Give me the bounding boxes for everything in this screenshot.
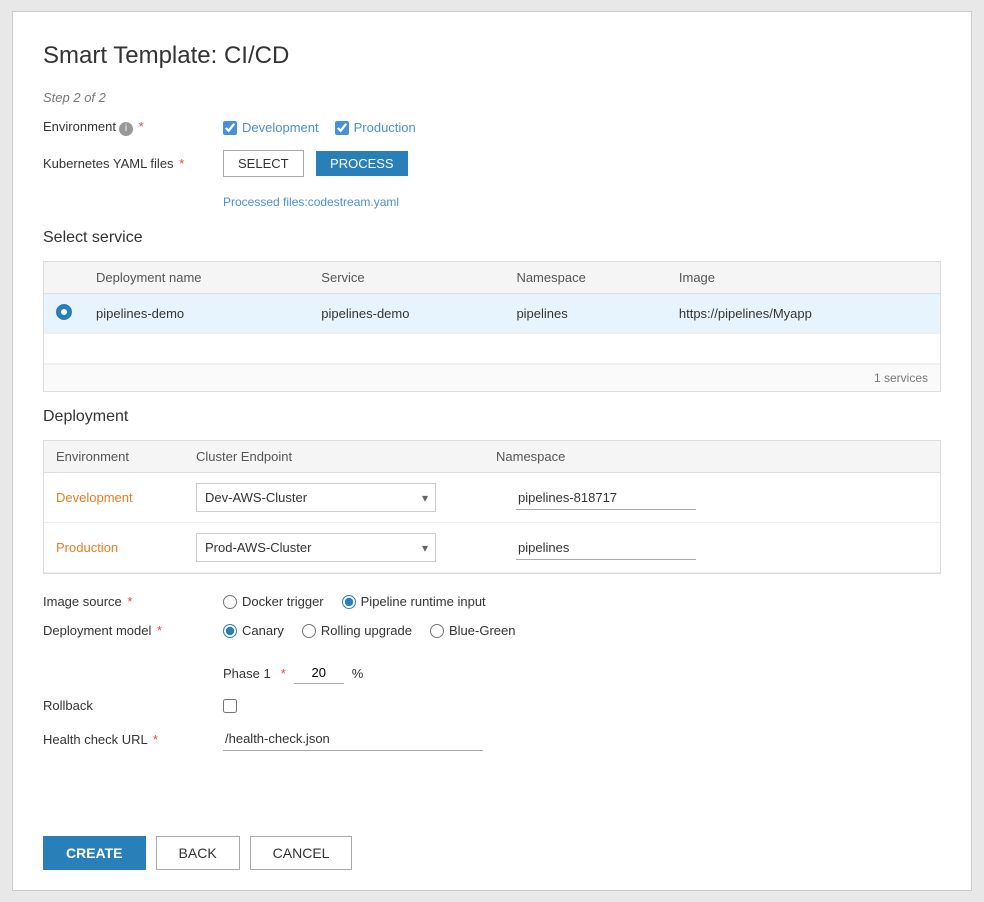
radio-pipeline-runtime-input[interactable] <box>342 595 356 609</box>
environment-label: Environmenti * <box>43 119 223 136</box>
service-table-wrapper: Deployment name Service Namespace Image … <box>43 261 941 392</box>
namespace-input-prod[interactable] <box>516 536 696 560</box>
checkbox-production[interactable]: Production <box>335 120 416 135</box>
dep-row-development: Development Dev-AWS-Cluster <box>44 473 940 523</box>
health-check-input[interactable] <box>223 727 483 751</box>
deployment-model-radio-group: Canary Rolling upgrade Blue-Green <box>223 623 515 638</box>
rollback-checkbox[interactable] <box>223 699 237 713</box>
kubernetes-label: Kubernetes YAML files * <box>43 156 223 171</box>
select-button[interactable]: SELECT <box>223 150 304 177</box>
cluster-select-wrapper-prod: Prod-AWS-Cluster <box>196 533 436 562</box>
create-button[interactable]: CREATE <box>43 836 146 870</box>
dep-cluster-development: Dev-AWS-Cluster <box>184 473 484 523</box>
row-radio-selected <box>56 304 72 320</box>
image-source-row: Image source * Docker trigger Pipeline r… <box>43 594 941 609</box>
checkbox-development[interactable]: Development <box>223 120 319 135</box>
health-check-label: Health check URL * <box>43 732 223 747</box>
cell-deployment-name: pipelines-demo <box>84 294 309 334</box>
dep-namespace-development <box>484 473 940 523</box>
cluster-select-dev[interactable]: Dev-AWS-Cluster <box>196 483 436 512</box>
processed-files-text: Processed files:codestream.yaml <box>223 195 941 209</box>
row-radio-cell <box>44 294 84 334</box>
radio-rolling-upgrade-input[interactable] <box>302 624 316 638</box>
radio-canary[interactable]: Canary <box>223 623 284 638</box>
deployment-model-row: Deployment model * Canary Rolling upgrad… <box>43 623 941 638</box>
page-title: Smart Template: CI/CD <box>43 42 941 70</box>
namespace-input-dev[interactable] <box>516 486 696 510</box>
cluster-select-prod[interactable]: Prod-AWS-Cluster <box>196 533 436 562</box>
deployment-model-label: Deployment model * <box>43 623 223 638</box>
service-table: Deployment name Service Namespace Image … <box>44 262 940 364</box>
rollback-label: Rollback <box>43 698 223 713</box>
radio-docker-trigger[interactable]: Docker trigger <box>223 594 324 609</box>
image-source-label: Image source * <box>43 594 223 609</box>
kubernetes-row: Kubernetes YAML files * SELECT PROCESS <box>43 150 941 177</box>
radio-pipeline-runtime[interactable]: Pipeline runtime input <box>342 594 486 609</box>
dep-col-env: Environment <box>44 441 184 473</box>
cell-namespace: pipelines <box>504 294 666 334</box>
deployment-table-wrapper: Environment Cluster Endpoint Namespace D… <box>43 440 941 574</box>
checkbox-development-input[interactable] <box>223 121 237 135</box>
phase-unit: % <box>352 666 364 681</box>
col-header-image: Image <box>667 262 940 294</box>
phase-row: Phase 1 * % <box>223 662 941 684</box>
dep-col-namespace: Namespace <box>484 441 940 473</box>
col-header-deployment <box>44 262 84 294</box>
health-check-row: Health check URL * <box>43 727 941 751</box>
phase-label: Phase 1 <box>223 666 271 681</box>
service-table-header: Deployment name Service Namespace Image <box>44 262 940 294</box>
footer-buttons: CREATE BACK CANCEL <box>43 816 941 870</box>
col-header-deployment-name: Deployment name <box>84 262 309 294</box>
service-table-footer: 1 services <box>44 364 940 391</box>
col-header-namespace: Namespace <box>504 262 666 294</box>
dep-env-development: Development <box>44 473 184 523</box>
phase-input[interactable] <box>294 662 344 684</box>
cluster-select-wrapper-dev: Dev-AWS-Cluster <box>196 483 436 512</box>
dep-row-production: Production Prod-AWS-Cluster <box>44 523 940 573</box>
checkbox-production-input[interactable] <box>335 121 349 135</box>
dep-env-production: Production <box>44 523 184 573</box>
process-button[interactable]: PROCESS <box>316 151 408 176</box>
environment-checkbox-group: Development Production <box>223 120 416 135</box>
cell-service: pipelines-demo <box>309 294 504 334</box>
environment-row: Environmenti * Development Production <box>43 119 941 136</box>
radio-rolling-upgrade[interactable]: Rolling upgrade <box>302 623 412 638</box>
table-row[interactable]: pipelines-demo pipelines-demo pipelines … <box>44 294 940 334</box>
dep-cluster-production: Prod-AWS-Cluster <box>184 523 484 573</box>
environment-info-icon[interactable]: i <box>119 122 133 136</box>
cancel-button[interactable]: CANCEL <box>250 836 353 870</box>
radio-blue-green-input[interactable] <box>430 624 444 638</box>
modal-container: Smart Template: CI/CD Step 2 of 2 Enviro… <box>12 11 972 891</box>
dep-col-cluster: Cluster Endpoint <box>184 441 484 473</box>
table-empty-row <box>44 334 940 364</box>
step-label: Step 2 of 2 <box>43 90 941 105</box>
kubernetes-buttons: SELECT PROCESS <box>223 150 408 177</box>
radio-blue-green[interactable]: Blue-Green <box>430 623 515 638</box>
deployment-table: Environment Cluster Endpoint Namespace D… <box>44 441 940 573</box>
rollback-row: Rollback <box>43 698 941 713</box>
image-source-radio-group: Docker trigger Pipeline runtime input <box>223 594 486 609</box>
radio-docker-trigger-input[interactable] <box>223 595 237 609</box>
back-button[interactable]: BACK <box>156 836 240 870</box>
dep-table-header: Environment Cluster Endpoint Namespace <box>44 441 940 473</box>
select-service-title: Select service <box>43 229 941 247</box>
col-header-service: Service <box>309 262 504 294</box>
cell-image: https://pipelines/Myapp <box>667 294 940 334</box>
deployment-title: Deployment <box>43 408 941 426</box>
radio-canary-input[interactable] <box>223 624 237 638</box>
dep-namespace-production <box>484 523 940 573</box>
